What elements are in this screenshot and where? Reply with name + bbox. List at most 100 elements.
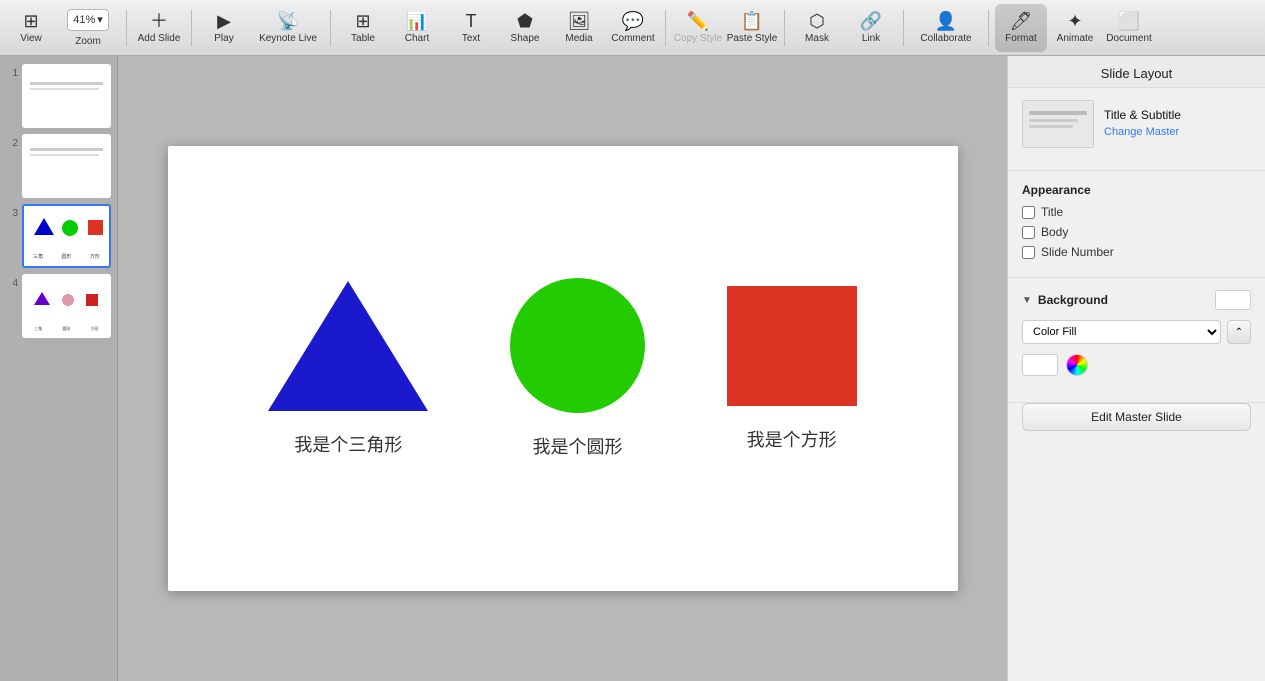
square-shape[interactable] [727, 286, 857, 406]
bg-color-row [1022, 354, 1251, 376]
title-checkbox-row: Title [1022, 205, 1251, 219]
bg-fill-select[interactable]: Color Fill Gradient Fill Image Fill No F… [1022, 320, 1221, 344]
slide-1-title-bar [30, 82, 103, 85]
animate-label: Animate [1057, 33, 1094, 44]
edit-master-slide-button[interactable]: Edit Master Slide [1022, 403, 1251, 431]
media-button[interactable]: 🖼 Media [553, 4, 605, 52]
slide-3-triangle [34, 218, 54, 235]
mask-button[interactable]: ⬡ Mask [791, 4, 843, 52]
view-button[interactable]: ⊞ View [8, 4, 54, 52]
text-label: Text [462, 33, 480, 44]
background-collapse-icon[interactable]: ▼ [1022, 295, 1032, 306]
slide-1-thumbnail[interactable] [22, 64, 111, 128]
slide-3-wrap: 3 三角 圆形 方形 [6, 204, 111, 268]
zoom-display[interactable]: 41% ▾ [67, 9, 109, 31]
layout-name: Title & Subtitle [1104, 108, 1251, 122]
bg-color-wheel-button[interactable] [1066, 354, 1088, 376]
body-checkbox[interactable] [1022, 226, 1035, 239]
slide-4-thumbnail[interactable]: 三角 圆形 方形 [22, 274, 111, 338]
comment-label: Comment [611, 33, 654, 44]
slide-canvas[interactable]: 我是个三角形 我是个圆形 我是个方形 [168, 146, 958, 591]
collaborate-label: Collaborate [920, 33, 971, 44]
format-icon: 🖊 [1010, 12, 1033, 30]
bg-fill-row: Color Fill Gradient Fill Image Fill No F… [1022, 320, 1251, 344]
slide-1-content [24, 66, 109, 126]
right-panel: Slide Layout Title & Subtitle Change Mas… [1007, 56, 1265, 681]
separator-5 [784, 10, 785, 46]
paste-style-button[interactable]: 📋 Paste Style [726, 4, 778, 52]
slide-3-number: 3 [6, 204, 18, 219]
zoom-arrow-icon: ▾ [97, 13, 103, 26]
play-label: Play [214, 33, 233, 44]
separator-7 [988, 10, 989, 46]
slide-2-number: 2 [6, 134, 18, 149]
play-icon: ▶ [217, 12, 231, 30]
background-color-swatch[interactable] [1215, 290, 1251, 310]
slide-4-labels: 三角 圆形 方形 [24, 326, 109, 332]
animate-tab-button[interactable]: ✦ Animate [1049, 4, 1101, 52]
layout-thumbnail [1022, 100, 1094, 148]
slide-3-content: 三角 圆形 方形 [24, 206, 109, 266]
collaborate-button[interactable]: 👤 Collaborate [910, 4, 982, 52]
mask-icon: ⬡ [809, 12, 825, 30]
copy-style-label: Copy Style [674, 33, 722, 44]
triangle-item[interactable]: 我是个三角形 [268, 281, 428, 457]
add-slide-icon: ＋ [150, 12, 168, 30]
format-tab-button[interactable]: 🖊 Format [995, 4, 1047, 52]
slide-2-title-bar [30, 148, 103, 151]
link-icon: 🔗 [860, 12, 882, 30]
slide-1-subtitle-bar [30, 88, 99, 90]
keynote-live-button[interactable]: 📡 Keynote Live [252, 4, 324, 52]
slide-3-thumbnail[interactable]: 三角 圆形 方形 [22, 204, 111, 268]
square-item[interactable]: 我是个方形 [727, 286, 857, 452]
copy-style-icon: ✏️ [687, 12, 709, 30]
text-icon: T [466, 12, 477, 30]
zoom-control[interactable]: 41% ▾ Zoom [56, 4, 120, 52]
document-icon: ⬜ [1118, 12, 1140, 30]
slide-1-number: 1 [6, 64, 18, 79]
triangle-shape[interactable] [268, 281, 428, 411]
slide-4-wrap: 4 三角 圆形 方形 [6, 274, 111, 338]
circle-item[interactable]: 我是个圆形 [510, 278, 645, 459]
text-button[interactable]: T Text [445, 4, 497, 52]
zoom-label: Zoom [75, 36, 101, 47]
copy-style-button[interactable]: ✏️ Copy Style [672, 4, 724, 52]
square-label: 我是个方形 [747, 426, 837, 452]
title-checkbox-label[interactable]: Title [1041, 205, 1063, 219]
link-button[interactable]: 🔗 Link [845, 4, 897, 52]
slide-2-wrap: 2 [6, 134, 111, 198]
slide-4-square [86, 294, 98, 306]
title-checkbox[interactable] [1022, 206, 1035, 219]
shape-label: Shape [511, 33, 540, 44]
slide-number-checkbox-label[interactable]: Slide Number [1041, 245, 1114, 259]
slide-number-checkbox[interactable] [1022, 246, 1035, 259]
slide-1-wrap: 1 [6, 64, 111, 128]
circle-shape[interactable] [510, 278, 645, 413]
add-slide-button[interactable]: ＋ Add Slide [133, 4, 185, 52]
shape-button[interactable]: ⬟ Shape [499, 4, 551, 52]
separator-3 [330, 10, 331, 46]
table-button[interactable]: ⊞ Table [337, 4, 389, 52]
bg-fill-arrow-btn[interactable]: ⌃ [1227, 320, 1251, 344]
body-checkbox-label[interactable]: Body [1041, 225, 1068, 239]
play-button[interactable]: ▶ Play [198, 4, 250, 52]
layout-info: Title & Subtitle Change Master [1104, 108, 1251, 140]
document-tab-button[interactable]: ⬜ Document [1103, 4, 1155, 52]
view-icon: ⊞ [23, 12, 38, 30]
slide-4-triangle [34, 292, 50, 305]
view-label: View [20, 33, 42, 44]
slide-2-thumbnail[interactable] [22, 134, 111, 198]
canvas-area[interactable]: 我是个三角形 我是个圆形 我是个方形 [118, 56, 1007, 681]
chart-button[interactable]: 📊 Chart [391, 4, 443, 52]
toolbar: ⊞ View 41% ▾ Zoom ＋ Add Slide ▶ Play 📡 K… [0, 0, 1265, 56]
layout-preview: Title & Subtitle Change Master [1022, 100, 1251, 148]
add-slide-label: Add Slide [138, 33, 181, 44]
comment-button[interactable]: 💬 Comment [607, 4, 659, 52]
slide-2-content [24, 136, 109, 196]
paste-style-label: Paste Style [727, 33, 778, 44]
bg-white-swatch[interactable] [1022, 354, 1058, 376]
change-master-button[interactable]: Change Master [1104, 126, 1179, 138]
slide-3-labels: 三角 圆形 方形 [24, 253, 109, 260]
document-label: Document [1106, 33, 1152, 44]
appearance-section: Appearance Title Body Slide Number [1008, 171, 1265, 277]
